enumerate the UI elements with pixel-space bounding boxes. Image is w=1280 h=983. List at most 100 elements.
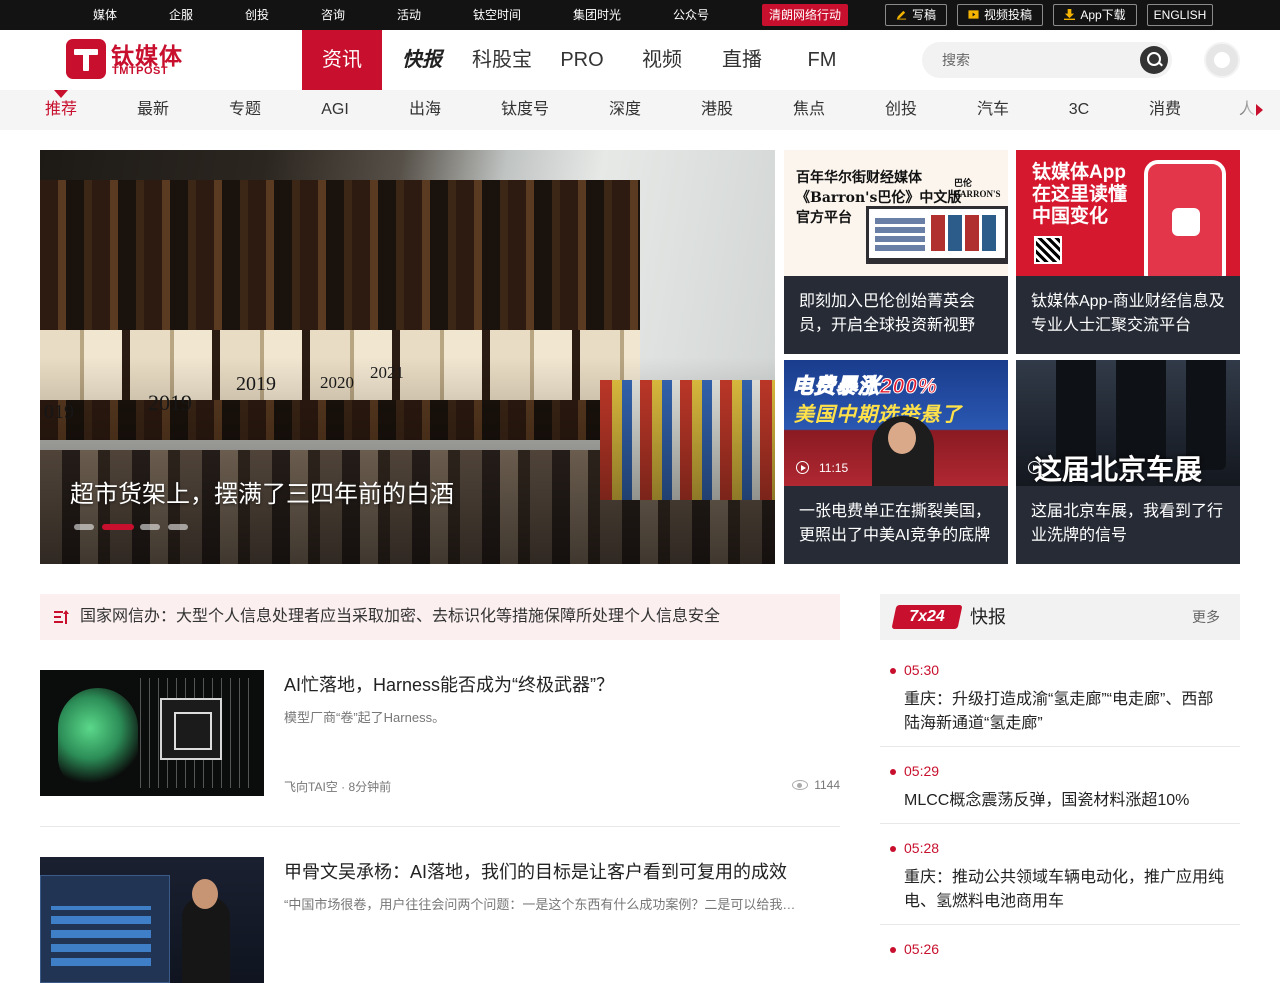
download-icon bbox=[1064, 9, 1076, 20]
search-icon[interactable] bbox=[1140, 46, 1168, 74]
logo[interactable]: 钛媒体 TMTPOST bbox=[66, 39, 182, 81]
top-link-venture[interactable]: 创投 bbox=[236, 0, 278, 30]
article-summary: 模型厂商“卷”起了Harness。 bbox=[284, 710, 446, 725]
card-caption: 即刻加入巴伦创始菁英会员，开启全球投资新视野 bbox=[799, 293, 976, 334]
app-download-button[interactable]: App下载 bbox=[1053, 4, 1137, 26]
barrons-image: 百年华尔街财经媒体 《Barron's巴伦》中文版 官方平台 巴伦 BARRON… bbox=[784, 150, 1008, 276]
category-taiduhao[interactable]: 钛度号 bbox=[490, 90, 560, 130]
category-topics[interactable]: 专题 bbox=[220, 90, 270, 130]
category-recommend[interactable]: 推荐 bbox=[36, 90, 86, 130]
category-auto[interactable]: 汽车 bbox=[968, 90, 1018, 130]
promo-card-barrons[interactable]: 百年华尔街财经媒体 《Barron's巴伦》中文版 官方平台 巴伦 BARRON… bbox=[784, 150, 1008, 354]
card-caption: 钛媒体App-商业财经信息及专业人士汇聚交流平台 bbox=[1031, 293, 1225, 334]
write-button[interactable]: 写稿 bbox=[885, 4, 947, 26]
chevron-right-icon[interactable] bbox=[1256, 104, 1263, 116]
carousel-dot-1[interactable] bbox=[74, 524, 94, 530]
top-link-enterprise[interactable]: 企服 bbox=[160, 0, 202, 30]
category-overseas[interactable]: 出海 bbox=[400, 90, 450, 130]
article-item: 甲骨文吴承杨：AI落地，我们的目标是让客户看到可复用的成效 “中国市场很卷，用户… bbox=[40, 857, 840, 983]
video-card-autoshow[interactable]: 这届北京车展 这届北京车展，我看到了行业洗牌的信号 bbox=[1016, 360, 1240, 564]
user-avatar-icon[interactable] bbox=[1204, 42, 1240, 78]
nav-pro[interactable]: PRO bbox=[542, 30, 622, 90]
category-consumer[interactable]: 消费 bbox=[1140, 90, 1190, 130]
nav-news[interactable]: 资讯 bbox=[302, 30, 382, 90]
english-button[interactable]: ENGLISH bbox=[1147, 4, 1213, 26]
nav-video[interactable]: 视频 bbox=[622, 30, 702, 90]
app-promo-image: 钛媒体App 在这里读懂 中国变化 bbox=[1016, 150, 1240, 276]
bullet-icon bbox=[890, 846, 896, 852]
flash-text: 重庆：升级打造成渝“氢走廊”“电走廊”、西部陆海新通道“氢走廊” bbox=[904, 691, 1214, 732]
top-link-group[interactable]: 集团时光 bbox=[564, 0, 630, 30]
nav-flash[interactable]: 快报 bbox=[382, 30, 462, 90]
flash-item[interactable]: 05:29 MLCC概念震荡反弹，国瓷材料涨超10% bbox=[880, 761, 1240, 824]
carousel-dot-3[interactable] bbox=[140, 524, 160, 530]
electricity-video-image: 电费暴涨200% 美国中期选举悬了 11:15 bbox=[784, 360, 1008, 486]
more-link[interactable]: 更多 bbox=[1192, 594, 1220, 640]
flash-time: 05:26 bbox=[904, 941, 940, 957]
category-fade bbox=[1230, 90, 1280, 130]
laptop-illustration bbox=[866, 206, 1008, 264]
category-3c[interactable]: 3C bbox=[1054, 90, 1104, 130]
category-hk-stocks[interactable]: 港股 bbox=[692, 90, 742, 130]
carousel-dot-2[interactable] bbox=[102, 524, 134, 530]
top-link-wechat[interactable]: 公众号 bbox=[664, 0, 718, 30]
top-link-media[interactable]: 媒体 bbox=[84, 0, 126, 30]
category-latest[interactable]: 最新 bbox=[128, 90, 178, 130]
bullet-icon bbox=[890, 947, 896, 953]
flash-news-bar[interactable]: 国家网信办：大型个人信息处理者应当采取加密、去标识化等措施保障所处理个人信息安全 bbox=[40, 594, 840, 640]
top-link-events[interactable]: 活动 bbox=[388, 0, 430, 30]
carousel-dot-4[interactable] bbox=[168, 524, 188, 530]
bullet-icon bbox=[890, 668, 896, 674]
top-link-tikong[interactable]: 钛空时间 bbox=[464, 0, 530, 30]
article-thumbnail[interactable] bbox=[40, 670, 264, 796]
category-focus[interactable]: 焦点 bbox=[784, 90, 834, 130]
flash-time: 05:29 bbox=[904, 763, 940, 779]
divider bbox=[880, 924, 1240, 925]
category-depth[interactable]: 深度 bbox=[600, 90, 650, 130]
divider bbox=[40, 826, 840, 827]
hero-title[interactable]: 超市货架上，摆满了三四年前的白酒 bbox=[70, 474, 454, 509]
phone-icon bbox=[1144, 160, 1226, 276]
nav-fm[interactable]: FM bbox=[782, 30, 862, 90]
article-views: 1144 bbox=[792, 778, 840, 792]
category-agi[interactable]: AGI bbox=[310, 90, 360, 130]
search-box bbox=[922, 42, 1172, 78]
flash-item[interactable]: 05:30 重庆：升级打造成渝“氢走廊”“电走廊”、西部陆海新通道“氢走廊” bbox=[880, 660, 1240, 747]
nav-kegubao[interactable]: 科股宝 bbox=[462, 30, 542, 90]
flash-item[interactable]: 05:28 重庆：推动公共领域车辆电动化，推广应用纯电、氢燃料电池商用车 bbox=[880, 838, 1240, 925]
divider bbox=[880, 746, 1240, 747]
video-duration: 11:15 bbox=[796, 460, 848, 476]
flash-item[interactable]: 05:26 bbox=[880, 939, 1240, 959]
trending-icon bbox=[54, 610, 69, 624]
article-title[interactable]: 甲骨文吴承杨：AI落地，我们的目标是让客户看到可复用的成效 bbox=[284, 859, 840, 885]
play-icon bbox=[1028, 461, 1041, 474]
top-link-consult[interactable]: 咨询 bbox=[312, 0, 354, 30]
chip-icon bbox=[160, 698, 222, 760]
qinglang-action-link[interactable]: 清朗网络行动 bbox=[762, 4, 848, 26]
bullet-icon bbox=[890, 769, 896, 775]
video-submit-button[interactable]: 视频投稿 bbox=[957, 4, 1043, 26]
promo-card-app[interactable]: 钛媒体App 在这里读懂 中国变化 钛媒体App-商业财经信息及专业人士汇聚交流… bbox=[1016, 150, 1240, 354]
divider bbox=[880, 823, 1240, 824]
flash-time: 05:28 bbox=[904, 840, 940, 856]
card-caption: 一张电费单正在撕裂美国，更照出了中美AI竞争的底牌 bbox=[799, 503, 992, 544]
card-caption: 这届北京车展，我看到了行业洗牌的信号 bbox=[1031, 503, 1224, 544]
pen-icon bbox=[896, 10, 907, 20]
logo-mark-icon bbox=[66, 39, 106, 79]
flash-panel-header: 7x24 快报 更多 bbox=[880, 594, 1240, 640]
search-input[interactable] bbox=[942, 42, 1132, 78]
nav-live[interactable]: 直播 bbox=[702, 30, 782, 90]
video-icon bbox=[968, 10, 979, 19]
top-bar: 媒体 企服 创投 咨询 活动 钛空时间 集团时光 公众号 清朗网络行动 写稿 视… bbox=[0, 0, 1280, 30]
logo-subtext: TMTPOST bbox=[112, 65, 169, 77]
article-thumbnail[interactable] bbox=[40, 857, 264, 983]
article-summary: “中国市场很卷，用户往往会问两个问题：一是这个东西有什么成功案例？二是可以给我… bbox=[284, 897, 796, 912]
eye-icon bbox=[792, 780, 809, 790]
category-venture[interactable]: 创投 bbox=[876, 90, 926, 130]
article-title[interactable]: AI忙落地，Harness能否成为“终极武器”？ bbox=[284, 672, 840, 698]
flash-news-text: 国家网信办：大型个人信息处理者应当采取加密、去标识化等措施保障所处理个人信息安全 bbox=[80, 608, 721, 625]
7x24-badge-text: 7x24 bbox=[909, 608, 945, 625]
video-card-electricity[interactable]: 电费暴涨200% 美国中期选举悬了 11:15 一张电费单正在撕裂美国，更照出了… bbox=[784, 360, 1008, 564]
flash-text: MLCC概念震荡反弹，国瓷材料涨超10% bbox=[904, 792, 1190, 809]
flash-time: 05:30 bbox=[904, 662, 940, 678]
